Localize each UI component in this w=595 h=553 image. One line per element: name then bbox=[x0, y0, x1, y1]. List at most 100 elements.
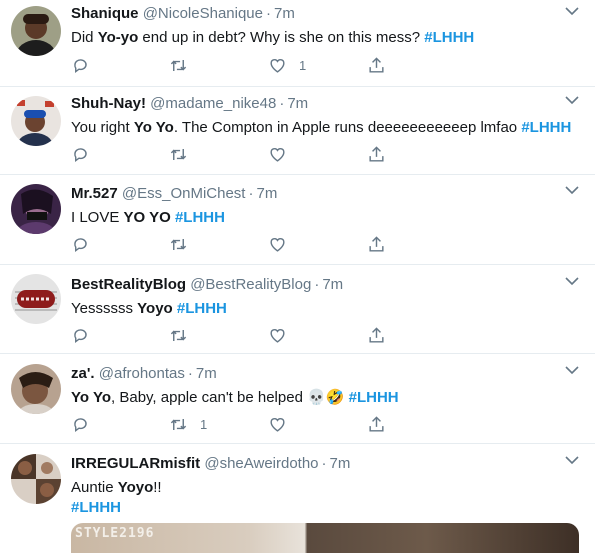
tweet-text-line2: #LHHH bbox=[71, 498, 583, 518]
avatar[interactable] bbox=[11, 364, 61, 414]
share-icon bbox=[369, 235, 384, 252]
tweet-actions: 1 bbox=[71, 55, 401, 75]
reply-icon bbox=[74, 58, 87, 73]
tweet-header: za'. @afrohontas · 7m bbox=[71, 365, 217, 382]
tweet-media-image[interactable]: STYLE2196 bbox=[71, 523, 579, 553]
reply-button[interactable] bbox=[71, 325, 102, 345]
timeline-feed: Shanique @NicoleShanique · 7m Did Yo-yo en… bbox=[0, 0, 595, 553]
timestamp[interactable]: 7m bbox=[287, 95, 308, 112]
retweet-icon bbox=[170, 238, 187, 250]
tweet-text: I LOVE YO YO #LHHH bbox=[71, 209, 225, 226]
hashtag-link[interactable]: #LHHH bbox=[71, 499, 121, 516]
tweet-header: Shanique @NicoleShanique · 7m bbox=[71, 5, 295, 22]
user-handle[interactable]: @BestRealityBlog bbox=[190, 276, 311, 293]
tweet[interactable]: Shuh-Nay! @madame_nike48 · 7m You right Yo… bbox=[0, 87, 595, 175]
hashtag-link[interactable]: #LHHH bbox=[175, 209, 225, 226]
tweet-text: Auntie Yoyo!! bbox=[71, 479, 162, 496]
like-button[interactable] bbox=[268, 325, 299, 345]
tweet-header: IRREGULARmisfit @sheAweirdotho · 7m bbox=[71, 455, 351, 472]
like-button[interactable] bbox=[268, 144, 299, 164]
retweet-icon bbox=[170, 148, 187, 160]
retweet-icon bbox=[170, 418, 187, 430]
user-handle[interactable]: @sheAweirdotho bbox=[204, 455, 318, 472]
reply-button[interactable] bbox=[71, 414, 102, 434]
avatar[interactable] bbox=[11, 454, 61, 504]
hashtag-link[interactable]: #LHHH bbox=[521, 119, 571, 136]
share-button[interactable] bbox=[367, 144, 386, 164]
share-icon bbox=[369, 56, 384, 73]
user-handle[interactable]: @NicoleShanique bbox=[143, 5, 263, 22]
timestamp[interactable]: 7m bbox=[322, 276, 343, 293]
tweet-actions: 1 bbox=[71, 414, 401, 434]
share-button[interactable] bbox=[367, 55, 386, 75]
reply-icon bbox=[74, 417, 87, 432]
avatar[interactable] bbox=[11, 274, 61, 324]
tweet-content: Shanique @NicoleShanique · 7m Did Yo-yo en… bbox=[71, 4, 583, 48]
hashtag-link[interactable]: #LHHH bbox=[349, 389, 399, 406]
tweet[interactable]: za'. @afrohontas · 7m Yo Yo, Baby, apple c… bbox=[0, 354, 595, 444]
tweet-actions bbox=[71, 325, 401, 345]
tweet-header: Mr.527 @Ess_OnMiChest · 7m bbox=[71, 185, 278, 202]
avatar[interactable] bbox=[11, 96, 61, 146]
retweet-icon bbox=[170, 329, 187, 341]
heart-icon bbox=[270, 417, 285, 432]
retweet-button[interactable] bbox=[169, 144, 200, 164]
display-name[interactable]: Mr.527 bbox=[71, 185, 118, 202]
like-button[interactable] bbox=[268, 234, 299, 254]
chevron-down-icon[interactable] bbox=[565, 6, 579, 16]
timestamp[interactable]: 7m bbox=[274, 5, 295, 22]
heart-icon bbox=[270, 237, 285, 252]
retweet-button[interactable] bbox=[169, 325, 200, 345]
tweet[interactable]: BestRealityBlog @BestRealityBlog · 7m Yess… bbox=[0, 265, 595, 354]
tweet-header: BestRealityBlog @BestRealityBlog · 7m bbox=[71, 276, 344, 293]
tweet-content: Shuh-Nay! @madame_nike48 · 7m You right Yo… bbox=[71, 94, 583, 138]
display-name[interactable]: za'. bbox=[71, 365, 95, 382]
like-button[interactable]: 1 bbox=[268, 55, 306, 75]
tweet-text: Did Yo-yo end up in debt? Why is she on … bbox=[71, 29, 475, 46]
retweet-icon bbox=[170, 59, 187, 71]
tweet-header: Shuh-Nay! @madame_nike48 · 7m bbox=[71, 95, 309, 112]
timestamp[interactable]: 7m bbox=[330, 455, 351, 472]
tweet-actions bbox=[71, 234, 401, 254]
display-name[interactable]: BestRealityBlog bbox=[71, 276, 186, 293]
user-handle[interactable]: @Ess_OnMiChest bbox=[122, 185, 246, 202]
share-icon bbox=[369, 415, 384, 432]
display-name[interactable]: Shanique bbox=[71, 5, 139, 22]
timestamp[interactable]: 7m bbox=[196, 365, 217, 382]
timestamp[interactable]: 7m bbox=[256, 185, 277, 202]
tweet-content: IRREGULARmisfit @sheAweirdotho · 7m Auntie… bbox=[71, 454, 583, 518]
reply-button[interactable] bbox=[71, 55, 102, 75]
chevron-down-icon[interactable] bbox=[565, 455, 579, 465]
chevron-down-icon[interactable] bbox=[565, 185, 579, 195]
reply-icon bbox=[74, 328, 87, 343]
retweet-button[interactable] bbox=[169, 234, 200, 254]
avatar[interactable] bbox=[11, 6, 61, 56]
share-button[interactable] bbox=[367, 414, 386, 434]
display-name[interactable]: IRREGULARmisfit bbox=[71, 455, 200, 472]
tweet[interactable]: Mr.527 @Ess_OnMiChest · 7m I LOVE YO YO #L… bbox=[0, 175, 595, 265]
share-button[interactable] bbox=[367, 325, 386, 345]
heart-icon bbox=[270, 147, 285, 162]
user-handle[interactable]: @madame_nike48 bbox=[150, 95, 276, 112]
like-button[interactable] bbox=[268, 414, 299, 434]
reply-button[interactable] bbox=[71, 144, 102, 164]
display-name[interactable]: Shuh-Nay! bbox=[71, 95, 146, 112]
user-handle[interactable]: @afrohontas bbox=[99, 365, 185, 382]
reply-button[interactable] bbox=[71, 234, 102, 254]
chevron-down-icon[interactable] bbox=[565, 95, 579, 105]
tweet-text: You right Yo Yo. The Compton in Apple ru… bbox=[71, 119, 572, 136]
share-icon bbox=[369, 326, 384, 343]
share-button[interactable] bbox=[367, 234, 386, 254]
reply-icon bbox=[74, 237, 87, 252]
avatar[interactable] bbox=[11, 184, 61, 234]
retweet-button[interactable]: 1 bbox=[169, 414, 207, 434]
reply-icon bbox=[74, 147, 87, 162]
tweet[interactable]: Shanique @NicoleShanique · 7m Did Yo-yo en… bbox=[0, 0, 595, 87]
chevron-down-icon[interactable] bbox=[565, 365, 579, 375]
hashtag-link[interactable]: #LHHH bbox=[177, 300, 227, 317]
media-caption: STYLE2196 bbox=[75, 526, 155, 541]
tweet-content: za'. @afrohontas · 7m Yo Yo, Baby, apple c… bbox=[71, 364, 583, 408]
chevron-down-icon[interactable] bbox=[565, 276, 579, 286]
hashtag-link[interactable]: #LHHH bbox=[424, 29, 474, 46]
retweet-button[interactable] bbox=[169, 55, 200, 75]
